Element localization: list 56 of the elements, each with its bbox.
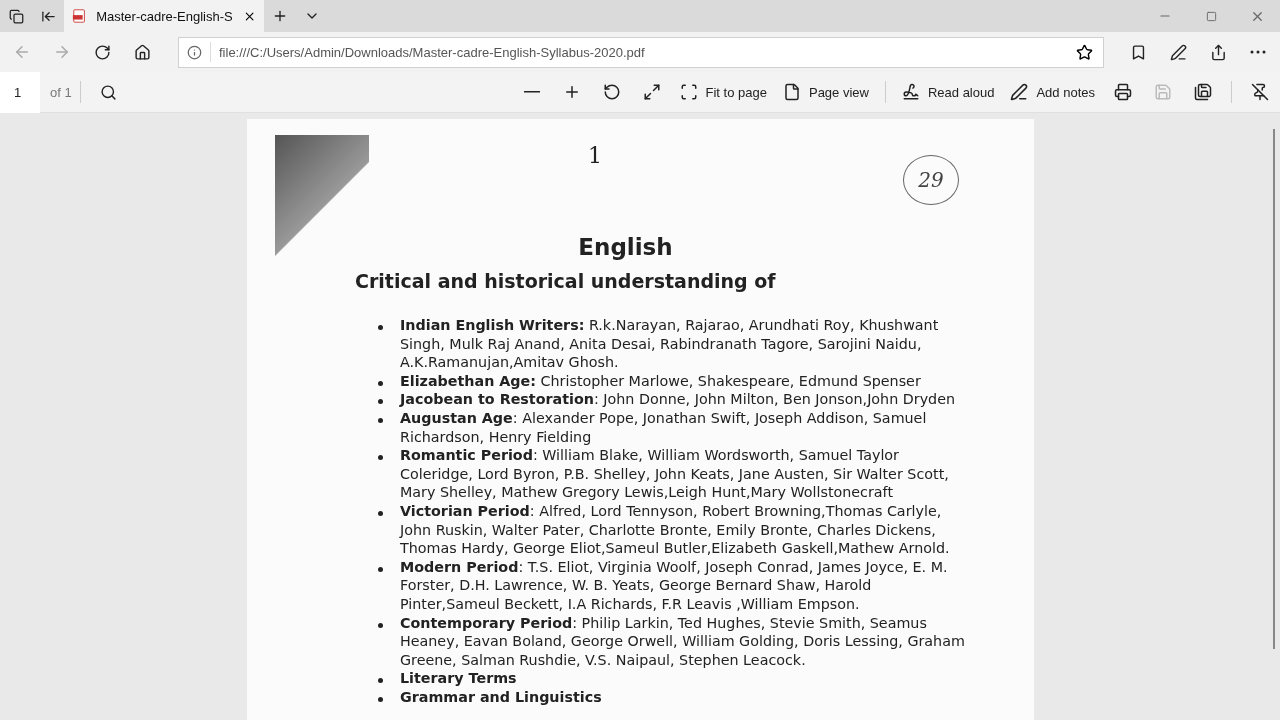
bullet-icon — [378, 678, 383, 684]
printer-icon — [1114, 83, 1132, 101]
address-bar[interactable]: file:///C:/Users/Admin/Downloads/Master-cadre-English-Syllabus-2020.pdf — [178, 36, 1104, 68]
star-icon[interactable] — [1076, 43, 1093, 61]
share-icon — [1209, 43, 1227, 61]
plus-icon — [272, 8, 288, 24]
fit-page-icon — [679, 83, 698, 101]
browser-tab[interactable]: Master-cadre-English-S — [64, 0, 264, 32]
handwritten-page-mark: 1 — [587, 143, 603, 168]
refresh-icon — [93, 43, 111, 61]
bullet-icon — [378, 380, 383, 386]
tabs-icon — [8, 8, 24, 24]
read-aloud-button[interactable]: Read aloud — [893, 75, 1003, 109]
list-item-text: Augustan Age: Alexander Pope, Jonathan Swift, Joseph Addison, Samuel Richardson, Henry Fielding — [400, 408, 928, 447]
arrow-right-icon — [53, 43, 71, 61]
scrollbar-thumb[interactable] — [1273, 129, 1275, 649]
list-item-text: Literary Terms — [400, 669, 518, 688]
unpin-icon — [1251, 83, 1269, 101]
page-number-field[interactable]: 1 — [0, 71, 40, 113]
rotate-icon — [602, 83, 621, 101]
fit-to-page-button[interactable]: Fit to page — [671, 75, 775, 109]
pen-icon — [1169, 43, 1187, 61]
more-icon — [1250, 50, 1266, 54]
bullet-icon — [378, 510, 383, 516]
save-icon — [1154, 83, 1172, 101]
pdf-icon — [72, 8, 87, 24]
bullet-icon — [378, 325, 383, 330]
bullet-icon — [378, 399, 383, 405]
tab-title: Master-cadre-English-S — [96, 8, 233, 24]
list-item-text: Elizabethan Age: Christopher Marlowe, Shakespeare, Edmund Spenser — [400, 371, 922, 391]
document-subtitle: Critical and historical understanding of — [355, 270, 777, 292]
list-item-text: Contemporary Period: Philip Larkin, Ted Hughes, Stevie Smith, Seamus Heaney, Eavan Boland, George Orwell, William Golding, Doris Lessing, Graham Greene, Salman Rushdie, V.S. Naipaul, Stephen Leacock. — [400, 613, 966, 670]
bullet-icon — [378, 696, 383, 702]
list-item-text: Indian English Writers: R.k.Narayan, Rajarao, Arundhati Roy, Khushwant Singh, Mulk Raj Anand, Anita Desai, Rabindranath Tagore, Sarojini Naidu, A.K.Ramanujan,Amitav Ghosh. — [400, 316, 940, 372]
list-item-text: Victorian Period: Alfred, Lord Tennyson, Robert Browning,Thomas Carlyle, John Ruskin, Walter Pater, Charlotte Bronte, Emily Bronte, Charles Dickens, Thomas Hardy, George Eliot,Sameul Butler,Elizabeth Gaskell,Mathew Arnold. — [400, 501, 951, 558]
page-view-button[interactable]: Page view — [774, 75, 877, 109]
save-as-icon — [1194, 83, 1212, 101]
pen-icon — [1010, 83, 1029, 101]
home-icon — [133, 43, 151, 61]
url-text: file:///C:/Users/Admin/Downloads/Master-cadre-English-Syllabus-2020.pdf — [218, 44, 646, 60]
bullet-icon — [378, 417, 383, 423]
list-item-text: Jacobean to Restoration: John Donne, John Milton, Ben Jonson,John Dryden — [400, 390, 957, 409]
list-item-text: Romantic Period: William Blake, William Wordsworth, Samuel Taylor Coleridge, Lord Byron, P.B. Shelley, John Keats, Jane Austen, Sir Walter Scott, Mary Shelley, Mathew Gregory Lewis,Leigh Hunt,Mary Wollstonecraft — [400, 446, 950, 502]
add-notes-button[interactable]: Add notes — [1002, 75, 1103, 109]
info-icon — [187, 44, 202, 60]
page-icon — [782, 83, 801, 101]
bullet-icon — [378, 622, 383, 628]
page-count: of 1 — [50, 84, 72, 100]
document-title: English — [577, 234, 674, 260]
search-icon — [100, 83, 118, 101]
list-item-text: Modern Period: T.S. Eliot, Virginia Woolf, Joseph Conrad, James Joyce, E. M. Forster, D.H. Lawrence, W. B. Yeats, George Bernard Shaw, Harold Pinter,Sameul Beckett, I.A Richards, F.R Leavis ,William Empson. — [400, 557, 949, 614]
bullet-icon — [378, 566, 383, 572]
restore-icon — [1205, 10, 1217, 22]
list-item-text: Grammar and Linguistics — [400, 687, 603, 707]
bullet-icon — [378, 455, 383, 461]
fullscreen-icon — [642, 83, 661, 101]
